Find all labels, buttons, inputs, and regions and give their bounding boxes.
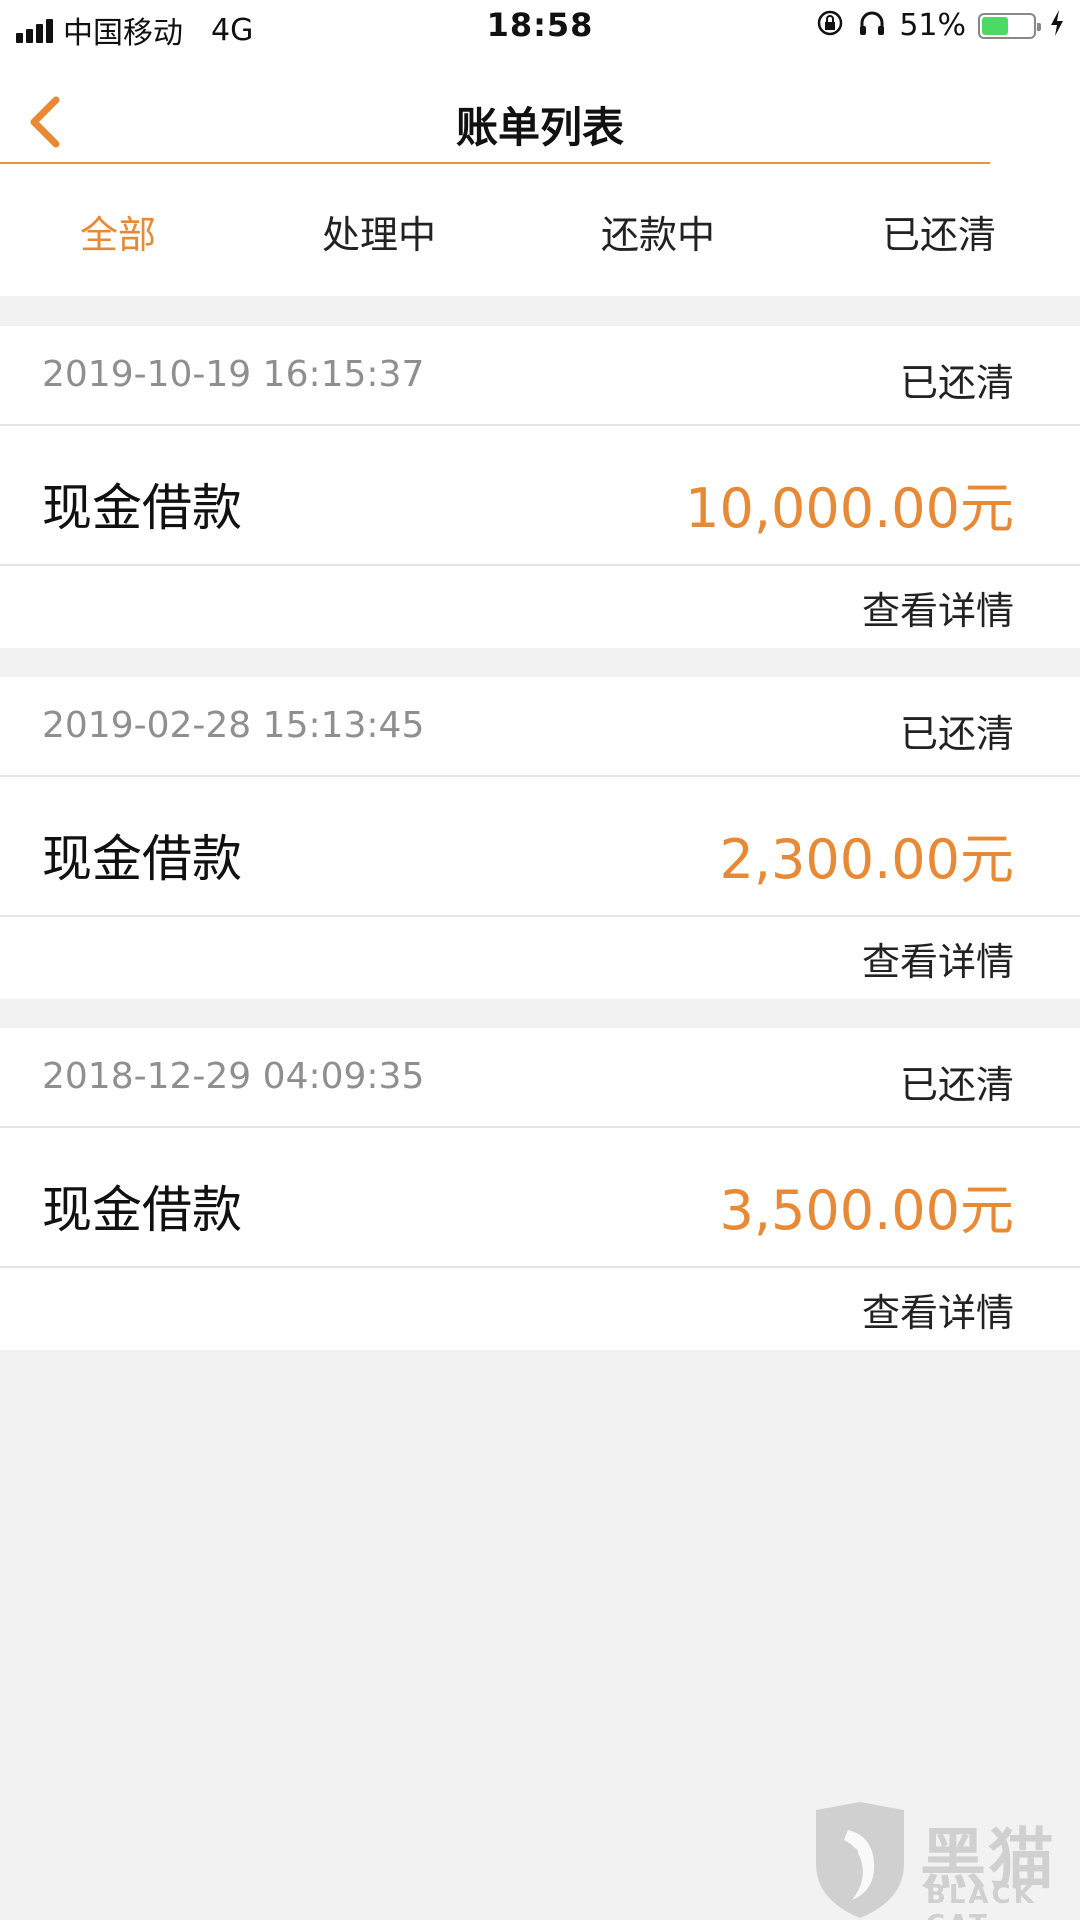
battery-fill — [982, 16, 1008, 35]
view-details-link[interactable]: 查看详情 — [862, 1282, 1014, 1337]
bill-card: 2018-12-29 04:09:35 已还清 现金借款 3,500.00元 查… — [0, 1028, 1080, 1350]
bill-footer: 查看详情 — [0, 917, 1080, 999]
bill-body: 现金借款 10,000.00元 — [0, 426, 1080, 566]
bill-amount: 10,000.00元 — [685, 477, 1014, 540]
headphones-icon — [857, 8, 887, 43]
filter-tabs: 全部 处理中 还款中 已还清 — [0, 168, 1080, 296]
watermark-subtitle: BLACK CAT — [926, 1880, 1037, 1920]
nav-bar: 账单列表 — [0, 52, 1080, 168]
bill-card: 2019-02-28 15:13:45 已还清 现金借款 2,300.00元 查… — [0, 677, 1080, 999]
orientation-lock-icon — [815, 8, 845, 43]
bill-status: 已还清 — [899, 361, 1014, 405]
bill-date: 2018-12-29 04:09:35 — [42, 1056, 425, 1097]
bill-body: 现金借款 3,500.00元 — [0, 1128, 1080, 1268]
bill-footer: 查看详情 — [0, 566, 1080, 648]
page-title: 账单列表 — [455, 103, 624, 152]
tab-repaying[interactable]: 还款中 — [601, 204, 715, 259]
tab-all[interactable]: 全部 — [80, 204, 156, 259]
bill-date: 2019-10-19 16:15:37 — [42, 354, 425, 395]
bill-amount: 3,500.00元 — [719, 1179, 1014, 1242]
tab-processing[interactable]: 处理中 — [322, 204, 436, 259]
battery-icon — [978, 12, 1041, 39]
bill-header: 2019-02-28 15:13:45 已还清 — [0, 677, 1080, 777]
battery-percent: 51% — [899, 8, 966, 43]
loan-type: 现金借款 — [42, 830, 242, 888]
cat-shield-icon — [816, 1802, 904, 1918]
bill-footer: 查看详情 — [0, 1268, 1080, 1350]
bill-header: 2018-12-29 04:09:35 已还清 — [0, 1028, 1080, 1128]
bill-amount: 2,300.00元 — [719, 828, 1014, 891]
bill-card: 2019-10-19 16:15:37 已还清 现金借款 10,000.00元 … — [0, 326, 1080, 648]
bill-header: 2019-10-19 16:15:37 已还清 — [0, 326, 1080, 426]
view-details-link[interactable]: 查看详情 — [862, 931, 1014, 986]
bill-date: 2019-02-28 15:13:45 — [42, 705, 425, 746]
bill-body: 现金借款 2,300.00元 — [0, 777, 1080, 917]
bill-status: 已还清 — [899, 712, 1014, 756]
view-details-link[interactable]: 查看详情 — [862, 580, 1014, 635]
status-bar: 中国移动 4G 18:58 51% — [0, 0, 1080, 52]
charging-icon — [1048, 8, 1066, 43]
loan-type: 现金借款 — [42, 1181, 242, 1239]
loan-type: 现金借款 — [42, 479, 242, 537]
status-right: 51% — [815, 8, 1066, 43]
watermark-logo: 黑猫 BLACK CAT — [808, 1800, 1080, 1920]
nav-divider — [0, 162, 990, 164]
tab-paid-off[interactable]: 已还清 — [882, 204, 996, 259]
bill-status: 已还清 — [899, 1063, 1014, 1107]
